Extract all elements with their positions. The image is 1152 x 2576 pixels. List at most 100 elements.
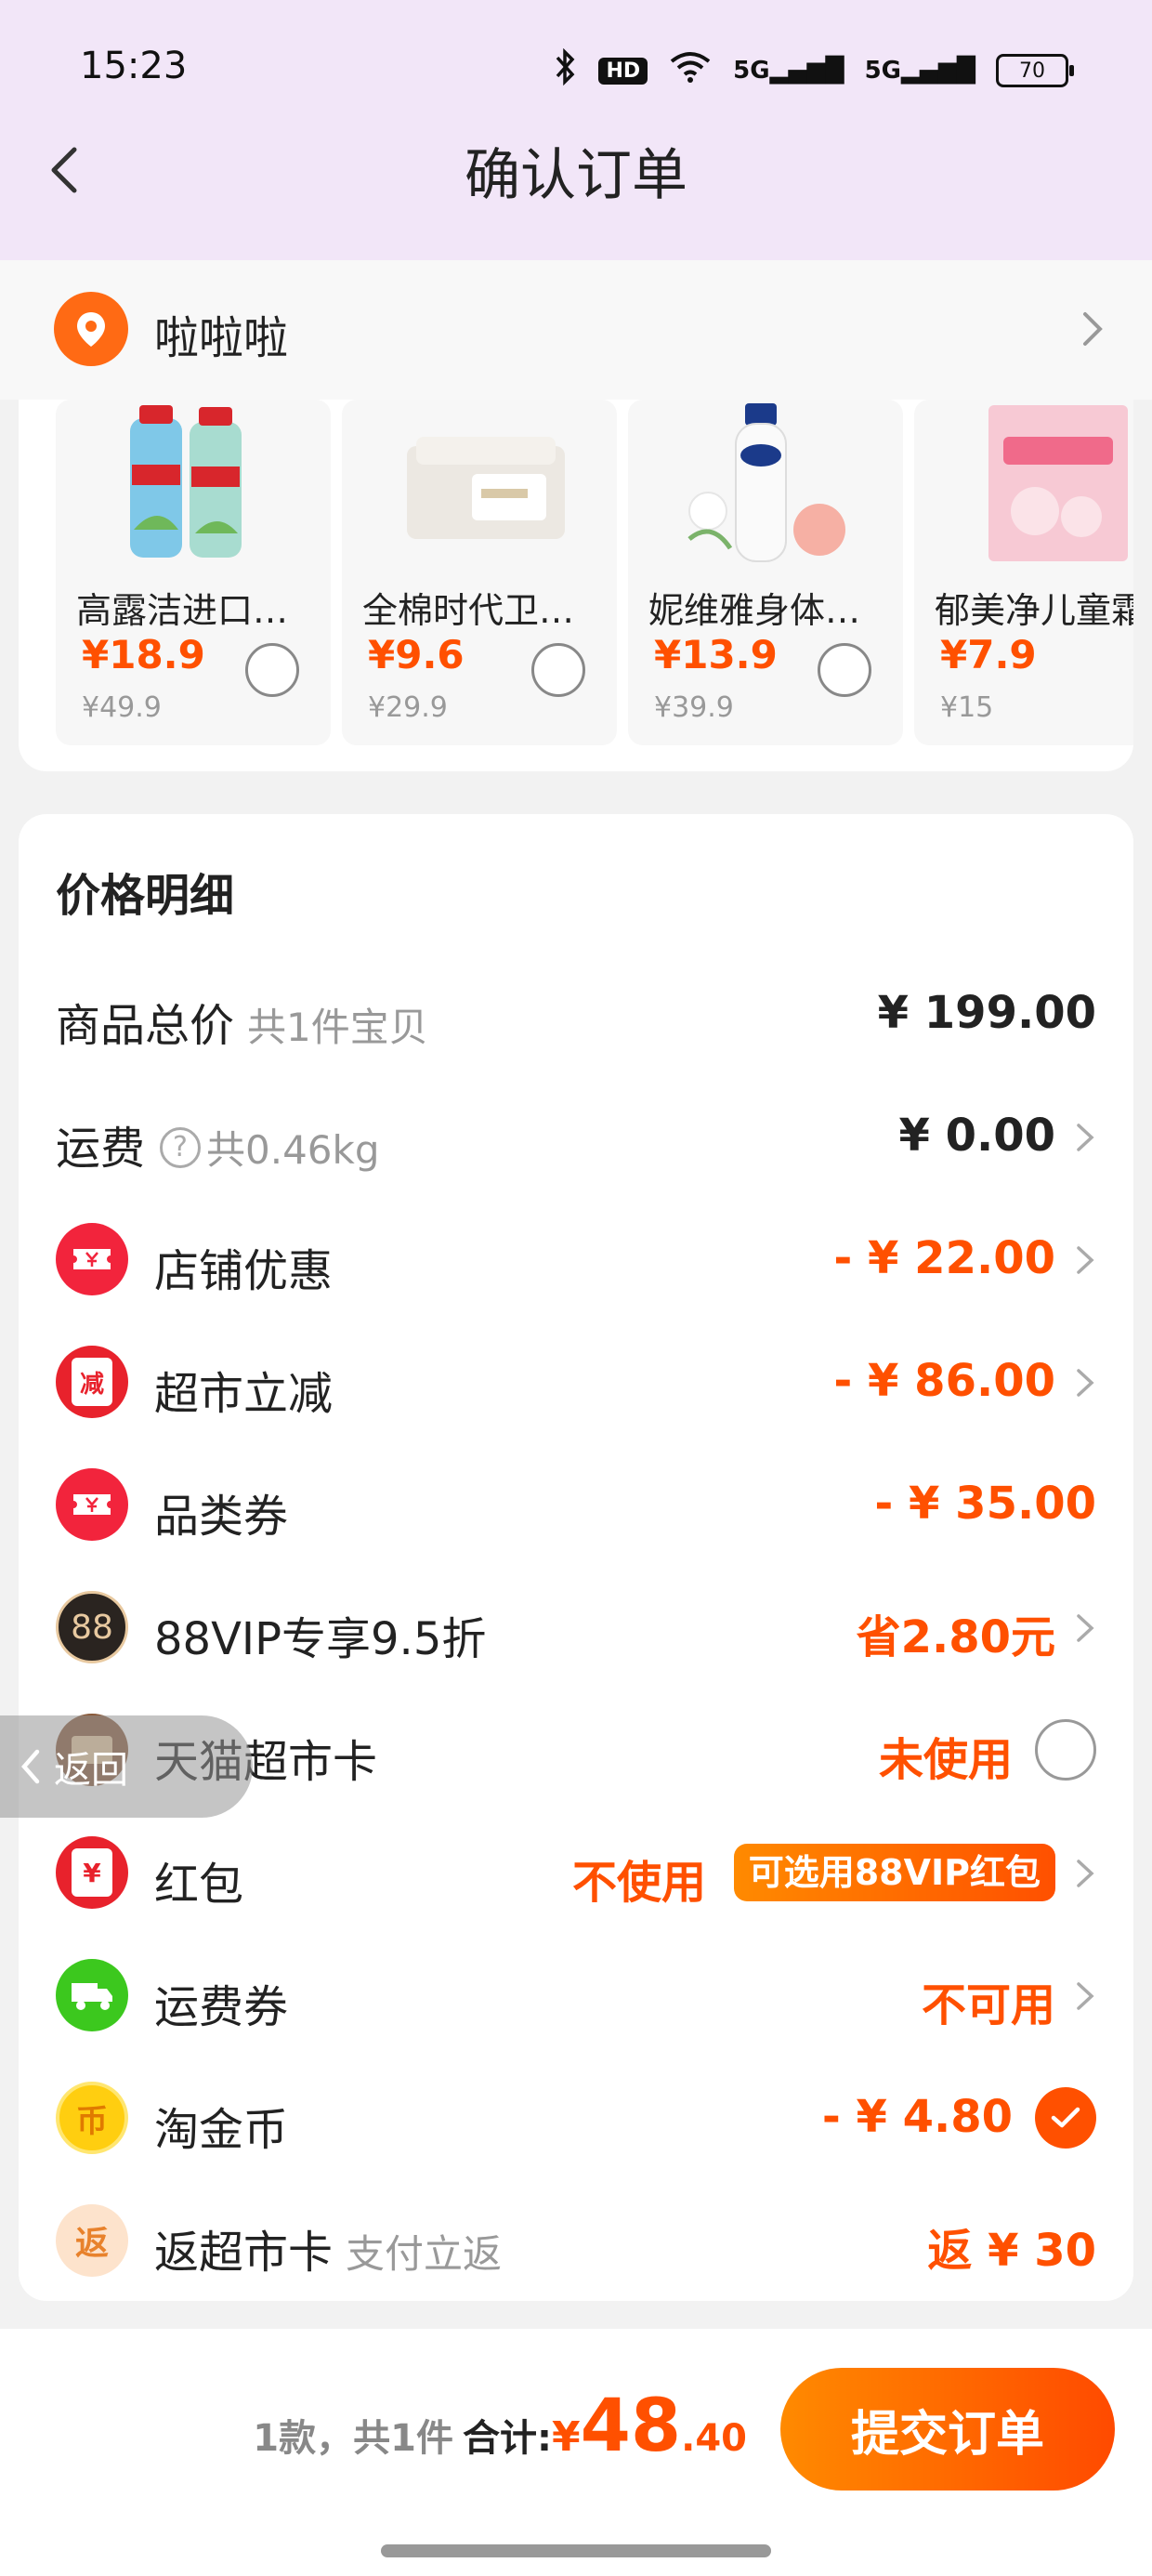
taojin-value: - ¥ 4.80 [821, 2091, 1013, 2143]
red-packet-icon-text: ¥ [72, 1848, 112, 1897]
signal-label-2: 5G [864, 57, 902, 85]
gold-coin-icon: 币 [56, 2082, 128, 2154]
mouthwash-image [130, 405, 242, 558]
location-pin-icon [54, 292, 128, 366]
shipping-row[interactable]: 运费? 共0.46kg ¥ 0.00 [19, 1085, 1133, 1188]
total-integer: 48 [580, 2385, 682, 2468]
vip-88-icon: 88 [56, 1591, 128, 1663]
battery-icon: 70 [996, 54, 1074, 87]
chevron-right-icon [1077, 1860, 1094, 1887]
shipping-coupon-row[interactable]: 运费券 不可用 [19, 1944, 1133, 2046]
taojin-row[interactable]: 币 淘金币 - ¥ 4.80 [19, 2067, 1133, 2169]
tmall-card-radio[interactable] [1035, 1719, 1096, 1781]
red-packet-icon: ¥ [56, 1836, 128, 1909]
product-price: ¥9.6 [368, 632, 465, 677]
help-icon[interactable]: ? [160, 1127, 202, 1168]
product-list: 高露洁进口抑菌漱口水 ¥18.9 ¥49.9 全棉时代卫生巾 ¥9.6 ¥29.… [56, 400, 1133, 745]
product-select-radio[interactable] [245, 643, 299, 697]
floating-back-label: 返回 [54, 1749, 128, 1792]
status-bar: 15:23 HD 5G▂▄▆█ 5G▂▄▆█ 70 [0, 0, 1152, 130]
taojin-checked-radio[interactable] [1035, 2087, 1096, 2149]
product-name: 全棉时代卫生巾 [362, 590, 600, 631]
goods-total-value: ¥ 199.00 [877, 987, 1096, 1039]
order-summary: 1款，共1件 合计: ¥ 48 .40 [253, 2385, 747, 2468]
item-count: 1款，共1件 [253, 2417, 453, 2460]
vip-label: 88VIP专享9.5折 [154, 1613, 487, 1665]
category-coupon-label: 品类券 [154, 1491, 289, 1543]
product-original-price: ¥39.9 [654, 691, 734, 724]
sanitary-pad-image [407, 437, 565, 539]
product-original-price: ¥15 [940, 691, 994, 724]
shipping-weight: 共0.46kg [206, 1127, 380, 1173]
signal-icon-1: 5G▂▄▆█ [733, 57, 844, 85]
product-select-radio[interactable] [531, 643, 585, 697]
vip-row[interactable]: 88 88VIP专享9.5折 省2.80元 [19, 1576, 1133, 1678]
chevron-right-icon [1077, 1614, 1094, 1642]
bluetooth-icon [554, 47, 578, 93]
red-packet-label: 红包 [154, 1859, 244, 1911]
product-card[interactable]: 妮维雅身体乳液 ¥13.9 ¥39.9 [628, 400, 903, 745]
shipping-label: 运费 [56, 1123, 146, 1175]
chevron-right-icon [1077, 1124, 1094, 1151]
goods-total-label: 商品总价 [56, 1000, 235, 1052]
product-card[interactable]: 郁美净儿童霜 ¥7.9 ¥15 [914, 400, 1133, 745]
total-label: 合计: [462, 2417, 552, 2460]
product-price: ¥7.9 [940, 632, 1037, 677]
signal-label-1: 5G [733, 57, 770, 85]
rebate-label-wrap: 返超市卡 支付立返 [154, 2215, 502, 2280]
product-price: ¥13.9 [654, 632, 778, 677]
shipping-label-wrap: 运费? 共0.46kg [56, 1111, 380, 1176]
body-lotion-image [687, 403, 845, 562]
goods-total-row: 商品总价 共1件宝贝 ¥ 199.00 [19, 963, 1133, 1065]
rebate-value: 返 ¥ 30 [927, 2225, 1096, 2277]
product-original-price: ¥29.9 [368, 691, 448, 724]
category-coupon-row: 品类券 - ¥ 35.00 [19, 1453, 1133, 1556]
address-name: 啦啦啦 [154, 312, 289, 364]
product-price: ¥18.9 [82, 632, 205, 677]
nav-bar: 确认订单 [0, 121, 1152, 223]
category-coupon-value: - ¥ 35.00 [874, 1478, 1096, 1530]
red-packet-value: 不使用 [571, 1857, 706, 1909]
product-card[interactable]: 全棉时代卫生巾 ¥9.6 ¥29.9 [342, 400, 617, 745]
page-title: 确认订单 [465, 143, 687, 208]
vip-red-packet-pill[interactable]: 可选用88VIP红包 [733, 1844, 1055, 1901]
shop-discount-row[interactable]: 店铺优惠 - ¥ 22.00 [19, 1208, 1133, 1310]
goods-total-sub: 共1件宝贝 [247, 1005, 428, 1050]
product-card[interactable]: 高露洁进口抑菌漱口水 ¥18.9 ¥49.9 [56, 400, 331, 745]
taojin-label: 淘金币 [154, 2104, 289, 2156]
market-cut-icon-text: 减 [72, 1358, 112, 1406]
discount-envelope-icon: 减 [56, 1346, 128, 1418]
tmall-card-value: 未使用 [878, 1734, 1013, 1786]
shipping-value: ¥ 0.00 [898, 1110, 1055, 1162]
battery-level: 70 [1019, 59, 1045, 83]
recommend-products: 高露洁进口抑菌漱口水 ¥18.9 ¥49.9 全棉时代卫生巾 ¥9.6 ¥29.… [19, 400, 1133, 771]
vip-value: 省2.80元 [856, 1611, 1055, 1663]
coupon-icon [56, 1223, 128, 1295]
product-select-radio[interactable] [818, 643, 871, 697]
floating-back-button[interactable]: 返回 [0, 1715, 253, 1818]
red-packet-row[interactable]: ¥ 红包 不使用 可选用88VIP红包 [19, 1821, 1133, 1924]
chevron-right-icon [1077, 1369, 1094, 1397]
product-name: 郁美净儿童霜 [935, 590, 1133, 631]
home-indicator[interactable] [381, 2544, 771, 2557]
wifi-icon [668, 50, 713, 91]
shop-discount-label: 店铺优惠 [154, 1245, 334, 1297]
chevron-left-icon [21, 1749, 40, 1784]
header: 15:23 HD 5G▂▄▆█ 5G▂▄▆█ 70 确认订单 [0, 0, 1152, 260]
check-icon [1051, 2107, 1080, 2128]
bottom-bar: 1款，共1件 合计: ¥ 48 .40 提交订单 [0, 2329, 1152, 2576]
market-cut-row[interactable]: 减 超市立减 - ¥ 86.00 [19, 1331, 1133, 1433]
status-time: 15:23 [80, 45, 188, 87]
rebate-row: 返 返超市卡 支付立返 返 ¥ 30 [19, 2189, 1133, 2292]
total-decimal: .40 [681, 2417, 747, 2460]
truck-icon [56, 1959, 128, 2031]
submit-order-button[interactable]: 提交订单 [780, 2368, 1115, 2491]
coupon-icon [56, 1468, 128, 1541]
rebate-sub: 支付立返 [346, 2231, 503, 2277]
shipping-coupon-label: 运费券 [154, 1981, 289, 2033]
address-row[interactable]: 啦啦啦 [0, 260, 1152, 400]
hd-badge: HD [598, 57, 648, 85]
shipping-coupon-value: 不可用 [921, 1979, 1055, 2031]
chevron-right-icon [1077, 1982, 1094, 2010]
price-detail-card: 价格明细 商品总价 共1件宝贝 ¥ 199.00 运费? 共0.46kg ¥ 0.0… [19, 814, 1133, 2301]
